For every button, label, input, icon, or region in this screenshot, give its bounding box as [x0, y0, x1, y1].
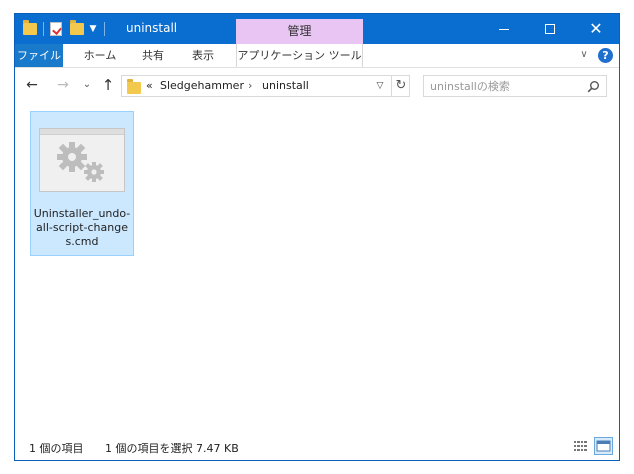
- status-bar: 1 個の項目 1 個の項目を選択 7.47 KB: [15, 432, 619, 460]
- window-title: uninstall: [126, 21, 178, 35]
- toolbar-separator: [43, 22, 44, 36]
- customize-toolbar-dropdown[interactable]: ▼: [88, 24, 98, 34]
- maximize-button[interactable]: [527, 14, 573, 44]
- tab-share[interactable]: 共有: [133, 44, 173, 67]
- breadcrumb-separator[interactable]: ›: [248, 79, 252, 93]
- large-icons-view-button[interactable]: [594, 437, 613, 455]
- details-view-button[interactable]: [571, 437, 590, 455]
- expand-ribbon-icon[interactable]: ∨: [577, 47, 591, 63]
- refresh-button[interactable]: ↻: [391, 76, 410, 96]
- status-selection: 1 個の項目を選択 7.47 KB: [105, 442, 239, 455]
- explorer-window: ▼ uninstall 管理 ✕ ファイル ホーム 共有 表示 アプリケーション…: [14, 13, 620, 461]
- search-box[interactable]: [423, 75, 607, 97]
- close-button[interactable]: ✕: [573, 14, 619, 44]
- tab-manage-header[interactable]: 管理: [236, 19, 363, 44]
- breadcrumb-overflow[interactable]: «: [146, 79, 153, 93]
- tab-view[interactable]: 表示: [183, 44, 223, 67]
- recent-locations-icon[interactable]: ⌄: [81, 77, 93, 93]
- file-name[interactable]: Uninstaller_undo-all-script-changes.cmd: [33, 207, 131, 249]
- ribbon-tab-row: ファイル ホーム 共有 表示 アプリケーション ツール ∨ ?: [15, 44, 619, 68]
- address-folder-icon: [127, 79, 141, 94]
- tab-application-tools[interactable]: アプリケーション ツール: [236, 44, 363, 67]
- navigation-bar: ← → ⌄ ↑ « Sledgehammer › uninstall ▽ ↻: [15, 69, 619, 103]
- status-item-count: 1 個の項目: [29, 442, 84, 455]
- file-list[interactable]: Uninstaller_undo-all-script-changes.cmd: [15, 104, 619, 432]
- search-icon[interactable]: [587, 80, 600, 93]
- address-bar[interactable]: « Sledgehammer › uninstall ▽ ↻: [121, 75, 410, 97]
- properties-icon[interactable]: [50, 22, 62, 36]
- gears-icon: [57, 142, 104, 182]
- cmd-script-icon: [39, 128, 125, 192]
- address-history-dropdown[interactable]: ▽: [373, 79, 387, 93]
- help-icon[interactable]: ?: [598, 48, 613, 63]
- close-icon: ✕: [589, 19, 603, 38]
- minimize-button[interactable]: [481, 14, 527, 44]
- toolbar-separator: [104, 22, 105, 36]
- breadcrumb-sledgehammer[interactable]: Sledgehammer: [160, 79, 244, 93]
- search-input[interactable]: [430, 79, 580, 93]
- new-folder-icon[interactable]: [70, 20, 84, 35]
- forward-button[interactable]: →: [55, 77, 71, 93]
- large-icons-view-icon: [596, 440, 611, 452]
- tab-home[interactable]: ホーム: [75, 44, 125, 67]
- up-button[interactable]: ↑: [100, 77, 116, 93]
- minimize-icon: [499, 28, 509, 30]
- breadcrumb-uninstall[interactable]: uninstall: [262, 79, 309, 93]
- tab-file[interactable]: ファイル: [15, 44, 63, 67]
- quick-access-toolbar: ▼: [23, 20, 107, 38]
- thumbnail-title-bar: [40, 129, 124, 135]
- folder-icon: [23, 20, 37, 35]
- refresh-icon: ↻: [395, 78, 407, 93]
- file-item[interactable]: Uninstaller_undo-all-script-changes.cmd: [30, 111, 134, 256]
- details-view-icon: [574, 441, 587, 451]
- title-bar[interactable]: ▼ uninstall 管理 ✕: [15, 14, 619, 44]
- back-button[interactable]: ←: [24, 77, 40, 93]
- maximize-icon: [545, 24, 555, 34]
